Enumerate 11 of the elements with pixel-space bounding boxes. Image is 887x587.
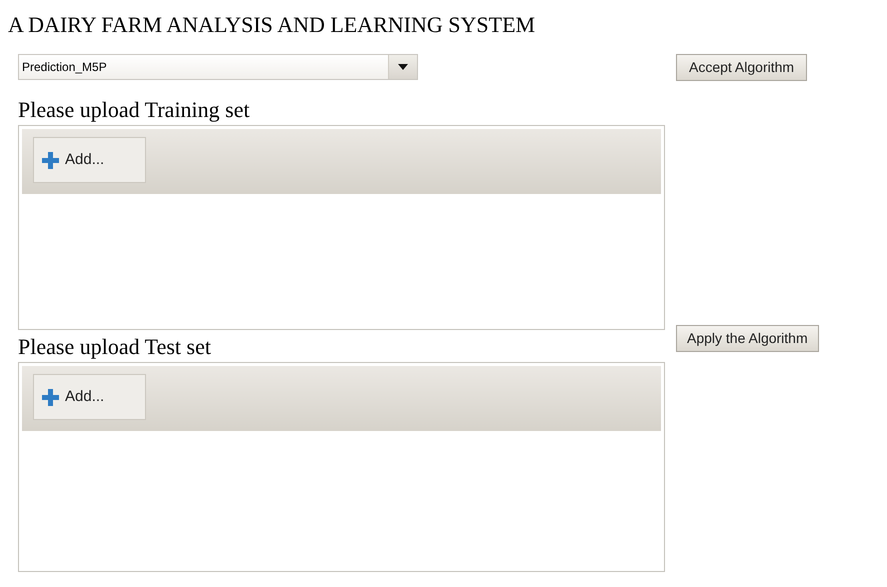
accept-algorithm-button[interactable]: Accept Algorithm [676,54,808,81]
add-button[interactable]: Add... [33,137,146,183]
upload-label: Please upload Training set [18,97,251,124]
caret-icon [398,64,408,70]
algorithm-dropdown[interactable]: Prediction_M5P [18,54,418,80]
upload-label: Please upload Test set [18,334,212,361]
plus-icon [42,388,59,406]
apply-algorithm-button[interactable]: Apply the Algorithm [676,325,819,352]
page-title: A DAIRY FARM ANALYSIS AND LEARNING SYSTEM [7,11,536,39]
add-button[interactable]: Add... [33,374,146,420]
plus-icon [42,152,59,168]
